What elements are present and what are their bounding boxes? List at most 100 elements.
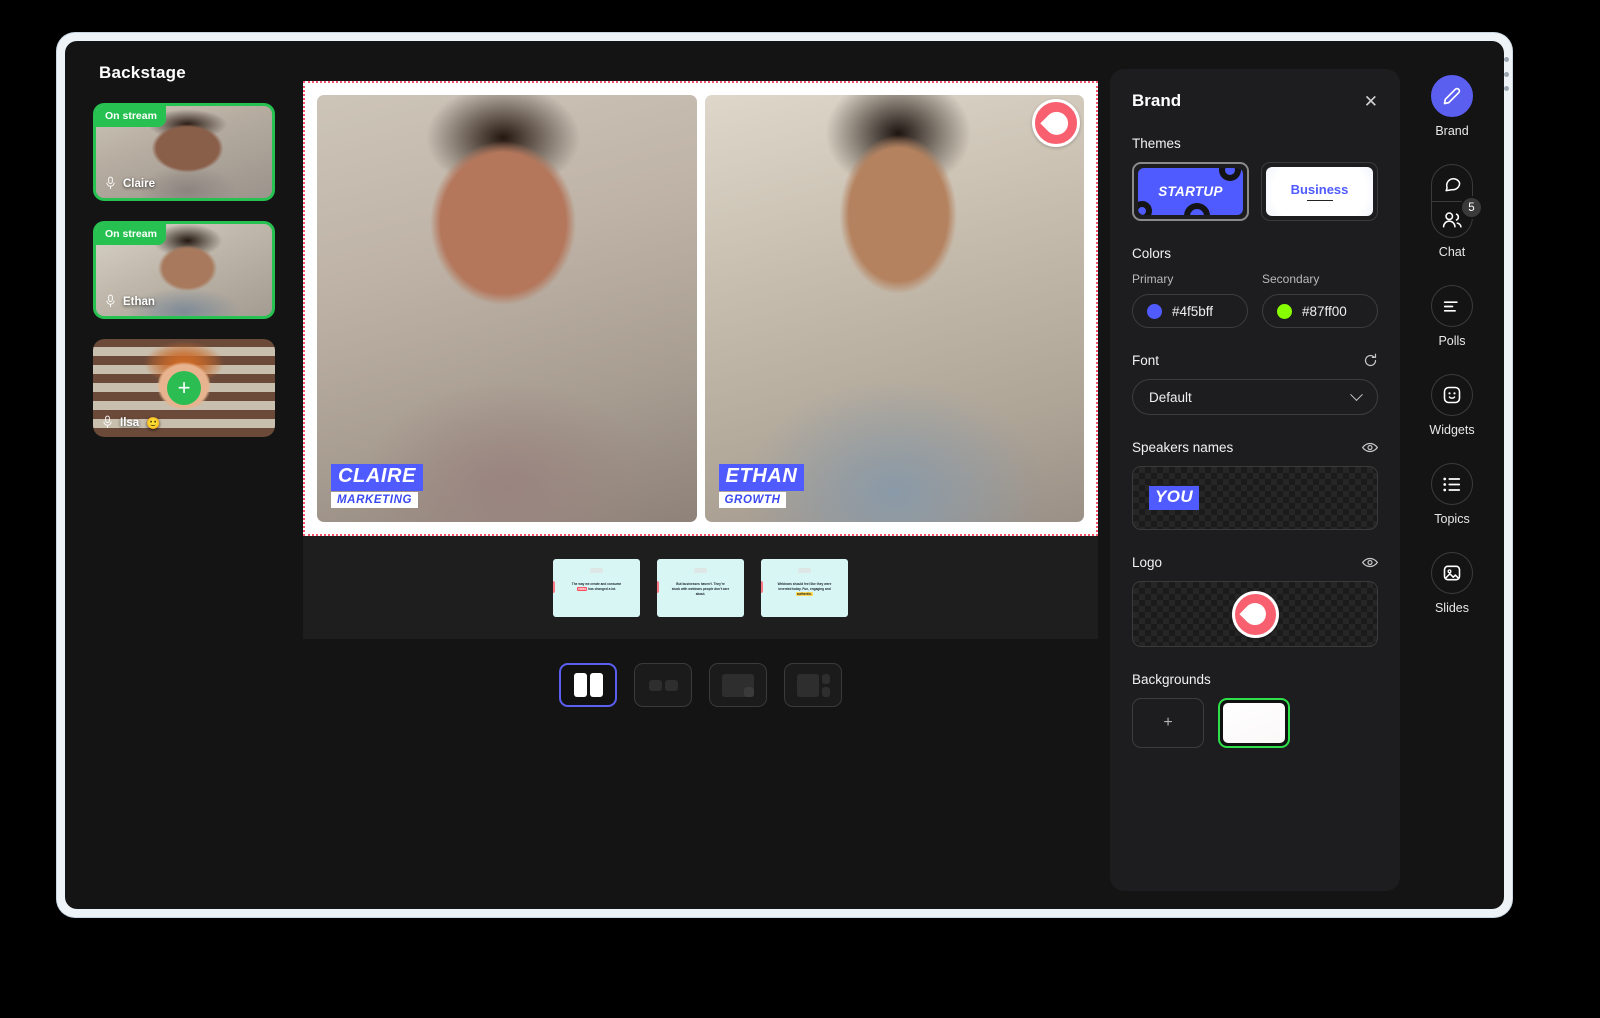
stage-speaker-ethan[interactable]: ETHAN GROWTH [704,95,1084,522]
chevron-down-icon [1350,387,1363,401]
reset-icon[interactable] [1363,353,1378,368]
close-icon[interactable]: ✕ [1364,93,1378,110]
brand-logo-icon [1231,590,1279,638]
primary-color-caption: Primary [1132,272,1174,286]
themes-list: STARTUP Business [1132,162,1378,221]
logo-label: Logo [1132,555,1163,570]
lower-third-claire: CLAIRE MARKETING [331,464,424,508]
slide-thumbnail[interactable]: Webinars should feel like they were inve… [761,558,848,617]
chat-icon[interactable] [1432,165,1472,201]
eye-icon[interactable] [1362,442,1378,453]
rail-label: Brand [1435,124,1469,138]
stage-speaker-claire[interactable]: CLAIRE MARKETING [317,95,697,522]
rail-item-chat[interactable]: 5 Chat [1431,164,1483,259]
theme-option-startup[interactable]: STARTUP [1132,162,1249,221]
speaker-name-preview-text: YOU [1149,486,1200,510]
backgrounds-label: Backgrounds [1132,672,1211,687]
speaker-role: GROWTH [718,492,787,508]
eye-icon[interactable] [1362,557,1378,568]
participant-name: Ethan [123,295,155,308]
brand-logo-icon [1032,99,1080,147]
speakers-names-label: Speakers names [1132,440,1234,455]
backgrounds-list: + [1132,698,1378,748]
rail-item-polls[interactable]: Polls [1431,285,1473,348]
stage-area: CLAIRE MARKETING ETHAN GROWTH The way we… [303,41,1123,909]
backstage-title: Backstage [99,63,186,82]
slide-thumbnail[interactable]: But businesses haven't. They're stuck wi… [657,558,744,617]
participant-video-ilsa: + Ilsa 🙂 [93,339,275,437]
font-select[interactable]: Default [1132,379,1378,415]
slide-text: But businesses haven't. They're stuck wi… [671,581,730,597]
brand-settings-panel: Brand ✕ Themes STARTUP Business Colors P… [1110,69,1400,891]
on-stream-badge: On stream [96,224,166,245]
microphone-icon [103,415,112,428]
add-to-stream-button[interactable]: + [167,371,201,405]
participant-name: Claire [123,177,155,190]
rail-label: Chat [1438,245,1466,259]
speakers-names-header: Speakers names [1132,440,1378,455]
theme-name: STARTUP [1158,184,1223,199]
backstage-panel: Backstage On stream Claire On stream Eth… [65,41,303,909]
slide-thumbnail-strip: The way we create and consume video has … [303,536,1098,639]
participant-name: Ilsa [120,416,140,429]
rail-item-slides[interactable]: Slides [1431,552,1473,615]
chat-people-stack: 5 [1431,164,1483,238]
participant-name-row: Ethan [105,294,155,309]
microphone-icon [106,176,115,189]
color-dot [1277,303,1292,319]
layout-option-screen-sidebar[interactable] [784,663,842,707]
participant-video-claire: On stream Claire [96,106,272,198]
speakers-names-preview[interactable]: YOU [1132,466,1378,530]
logo-preview[interactable] [1132,581,1378,647]
layout-option-two-small[interactable] [634,663,692,707]
layout-selector [303,663,1098,707]
background-option-white[interactable] [1218,698,1290,748]
chat-unread-badge: 5 [1460,196,1483,219]
layout-option-split-two[interactable] [559,663,617,707]
speaker-name: ETHAN [718,464,805,491]
participant-name-row: Ilsa 🙂 [102,415,161,430]
theme-option-business[interactable]: Business [1261,162,1378,221]
secondary-color-caption: Secondary [1262,272,1320,286]
backstage-card-ethan[interactable]: On stream Ethan [93,221,275,319]
panel-title: Brand [1132,91,1182,110]
tool-rail: Brand 5 Chat Polls Widgets Topics Slides [1400,41,1504,909]
font-section-header: Font [1132,353,1378,368]
stream-canvas[interactable]: CLAIRE MARKETING ETHAN GROWTH [303,81,1098,536]
theme-name: Business [1290,181,1349,197]
rail-label: Polls [1438,334,1466,348]
slide-text: Webinars should feel like they were inve… [777,581,832,597]
backstage-card-ilsa[interactable]: + Ilsa 🙂 [93,339,275,437]
slide-placeholder-bar [798,567,811,573]
widgets-icon [1431,374,1473,416]
colors-row: Primary #4f5bff Secondary #87ff00 [1132,272,1378,328]
slide-placeholder-bar [590,567,603,573]
rail-label: Widgets [1429,423,1475,437]
themes-label: Themes [1132,136,1181,151]
secondary-color-swatch[interactable]: #87ff00 [1262,294,1378,328]
brand-panel-header: Brand ✕ [1132,91,1378,111]
layout-option-screen-pip[interactable] [709,663,767,707]
microphone-icon [106,294,115,307]
primary-color-swatch[interactable]: #4f5bff [1132,294,1248,328]
backstage-card-claire[interactable]: On stream Claire [93,103,275,201]
primary-color-value: #4f5bff [1172,303,1214,319]
speaker-name: CLAIRE [331,464,424,491]
polls-icon [1431,285,1473,327]
slide-thumbnail[interactable]: The way we create and consume video has … [553,558,640,617]
topics-icon [1431,463,1473,505]
on-stream-badge: On stream [96,106,166,127]
slides-icon [1431,552,1473,594]
app-window: Backstage On stream Claire On stream Eth… [57,33,1512,917]
rail-item-topics[interactable]: Topics [1431,463,1473,526]
pencil-icon [1431,75,1473,117]
logo-header: Logo [1132,555,1378,570]
rail-item-brand[interactable]: Brand [1431,75,1473,138]
rail-item-widgets[interactable]: Widgets [1429,374,1475,437]
font-label: Font [1132,353,1160,368]
add-background-button[interactable]: + [1132,698,1204,748]
participant-video-ethan: On stream Ethan [96,224,272,316]
slide-placeholder-bar [694,567,707,573]
rail-label: Slides [1434,601,1470,615]
lower-third-ethan: ETHAN GROWTH [718,464,805,508]
